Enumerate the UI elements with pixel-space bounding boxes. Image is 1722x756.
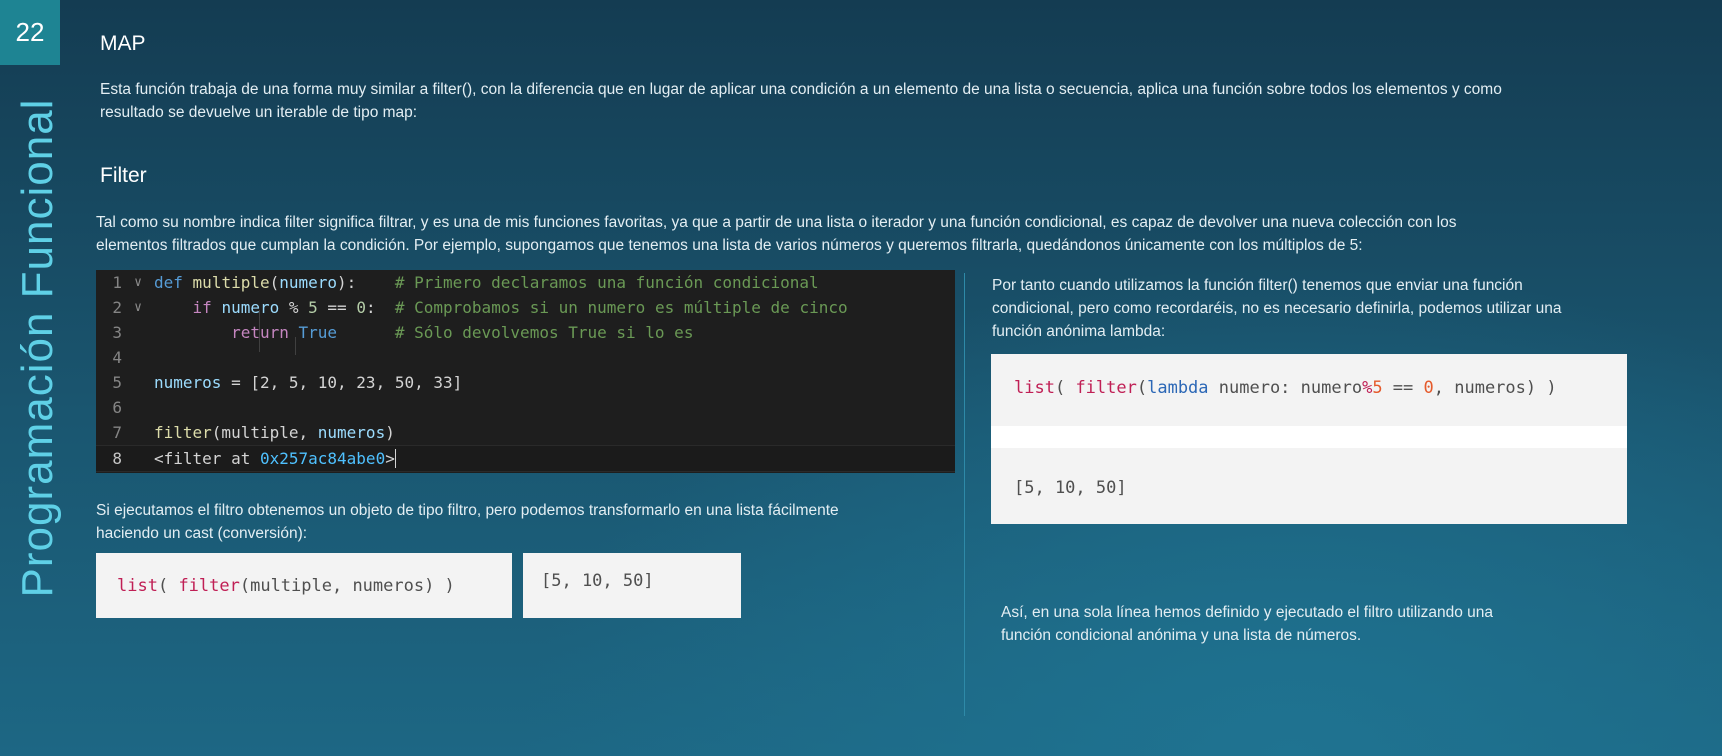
slide-number: 22 (0, 0, 60, 65)
code-line-3: 3 return True # Sólo devolvemos True si … (96, 320, 955, 345)
line-number: 3 (112, 323, 122, 342)
cast-description-line-1: Si ejecutamos el filtro obtenemos un obj… (96, 502, 839, 519)
code-text: filter(multiple, numeros) (154, 423, 395, 442)
code-line-6: 6 (96, 395, 955, 420)
cast-description-line-2: haciendo un cast (conversión): (96, 525, 308, 542)
text-cursor (394, 449, 396, 468)
fold-chevron-icon[interactable]: ∨ (122, 300, 154, 315)
conclusion-text: Así, en una sola línea hemos definido y … (1001, 601, 1493, 647)
code-line-5: 5 numeros = [2, 5, 10, 23, 50, 33] (96, 370, 955, 395)
code-box-separator (991, 426, 1627, 448)
line-number: 5 (112, 373, 122, 392)
lambda-description-line-2: condicional, pero como recordaréis, no e… (992, 300, 1562, 317)
column-divider (964, 273, 965, 716)
line-number: 4 (112, 348, 122, 367)
code-text: if numero % 5 == 0: # Comprobamos si un … (192, 298, 848, 317)
lambda-code-box: list( filter(lambda numero: numero% 5 == … (991, 354, 1627, 426)
cast-result-box: [5, 10, 50] (523, 553, 741, 618)
code-line-2: 2 ∨ if numero % 5 == 0: # Comprobamos si… (96, 295, 955, 320)
map-heading: MAP (100, 32, 146, 55)
code-text: numeros = [2, 5, 10, 23, 50, 33] (154, 373, 463, 392)
line-number: 2 (112, 298, 122, 317)
code-text: <filter at 0x257ac84abe0> (154, 449, 396, 468)
map-description: Esta función trabaja de una forma muy si… (100, 78, 1502, 124)
lambda-description-line-1: Por tanto cuando utilizamos la función f… (992, 277, 1523, 294)
map-description-line-1: Esta función trabaja de una forma muy si… (100, 81, 1502, 98)
filter-intro-line-1: Tal como su nombre indica filter signifi… (96, 214, 1457, 231)
code-line-1: 1 ∨ def multiple(numero): # Primero decl… (96, 270, 955, 295)
line-number: 7 (112, 423, 122, 442)
code-text: return True # Sólo devolvemos True si lo… (231, 323, 694, 342)
lambda-result-box: [5, 10, 50] (991, 448, 1627, 524)
fold-chevron-icon[interactable]: ∨ (122, 275, 154, 290)
conclusion-line-1: Así, en una sola línea hemos definido y … (1001, 604, 1494, 621)
cast-description: Si ejecutamos el filtro obtenemos un obj… (96, 499, 839, 545)
line-number: 6 (112, 398, 122, 417)
lambda-description: Por tanto cuando utilizamos la función f… (992, 274, 1562, 343)
code-editor: 1 ∨ def multiple(numero): # Primero decl… (96, 270, 955, 473)
filter-heading: Filter (100, 164, 147, 187)
filter-intro-line-2: elementos filtrados que cumplan la condi… (96, 237, 1363, 254)
line-number: 8 (112, 449, 122, 468)
side-title: Programación Funcional (13, 98, 62, 598)
conclusion-line-2: función condicional anónima y una lista … (1001, 627, 1362, 644)
line-number: 1 (112, 273, 122, 292)
filter-intro: Tal como su nombre indica filter signifi… (96, 211, 1456, 257)
code-line-8: 8 <filter at 0x257ac84abe0> (96, 445, 955, 472)
code-line-7: 7 filter(multiple, numeros) (96, 420, 955, 445)
code-text: def multiple(numero): # Primero declaram… (154, 273, 819, 292)
code-line-4: 4 (96, 345, 955, 370)
map-description-line-2: resultado se devuelve un iterable de tip… (100, 104, 418, 121)
lambda-description-line-3: función anónima lambda: (992, 323, 1166, 340)
cast-code-box: list( filter (multiple, numeros) ) (96, 553, 512, 618)
